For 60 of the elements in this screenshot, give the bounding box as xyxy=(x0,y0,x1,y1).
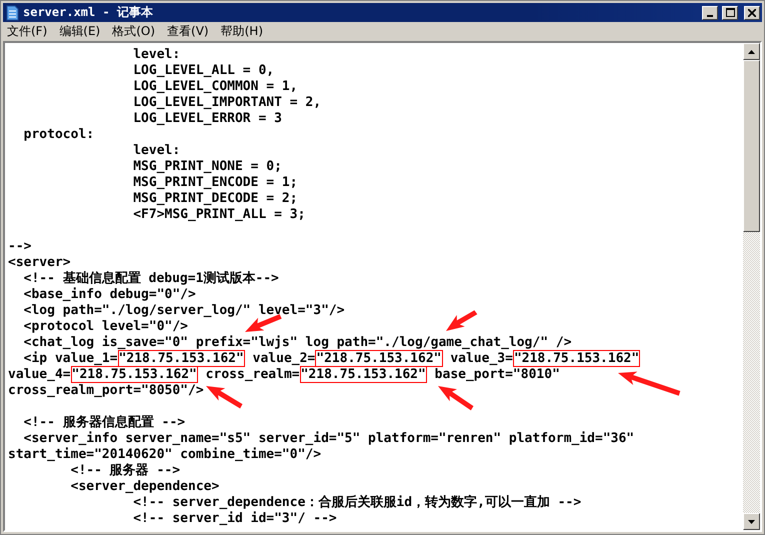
code-text: value_2= xyxy=(252,351,316,366)
highlighted-ip-value: "218.75.153.162" xyxy=(315,350,442,367)
code-line: <server_dependence> xyxy=(70,479,220,495)
code-line: <base_info debug="0"/> xyxy=(22,287,196,303)
code-text: value_3= xyxy=(449,351,513,366)
highlighted-ip-value: "218.75.153.162" xyxy=(512,350,640,367)
maximize-button[interactable] xyxy=(722,6,738,20)
highlighted-ip-value: "218.75.153.162" xyxy=(300,366,427,383)
up-arrow-icon xyxy=(748,50,755,54)
arrow-icon xyxy=(618,372,680,396)
code-line: <server> xyxy=(8,255,71,271)
code-line: MSG_PRINT_NONE = 0; xyxy=(132,159,282,175)
code-line: <!-- server_dependence：合服后关联服id，转为数字,可以一直加 --> xyxy=(132,495,582,511)
code-line: start_time="20140620" combine_time="0"/> xyxy=(8,447,322,463)
code-line: <protocol level="0"/> xyxy=(22,319,188,335)
arrow-icon xyxy=(446,310,478,331)
window-title: server.xml - 记事本 xyxy=(23,4,154,21)
code-line: <!-- server_id id="3"/ --> xyxy=(132,511,337,527)
highlighted-ip-value: "218.75.153.162" xyxy=(118,350,245,367)
arrow-icon xyxy=(206,386,242,408)
code-line: MSG_PRINT_DECODE = 2; xyxy=(132,191,298,207)
code-line: protocol: xyxy=(22,127,94,143)
highlighted-ip-value: "218.75.153.162" xyxy=(70,366,198,383)
code-line: LOG_LEVEL_ERROR = 3 xyxy=(132,111,282,127)
code-line: <!-- 服务器 --> xyxy=(70,463,180,479)
code-line: <chat_log is_save="0" prefix="lwjs" log path="./log/game_chat_log/" /> xyxy=(22,335,572,351)
scroll-thumb[interactable] xyxy=(743,60,760,232)
code-line: cross_realm_port="8050"/> xyxy=(8,383,204,399)
code-line: --> xyxy=(8,239,32,255)
code-line: <!-- 服务器信息配置 --> xyxy=(22,415,186,431)
menu-item[interactable]: 文件(F) xyxy=(3,23,52,40)
menu-item[interactable]: 帮助(H) xyxy=(216,23,267,40)
arrow-icon xyxy=(438,386,474,410)
menu-item[interactable]: 查看(V) xyxy=(163,23,213,40)
minimize-icon xyxy=(707,14,713,16)
vertical-scrollbar[interactable] xyxy=(743,43,760,530)
notepad-icon xyxy=(5,4,19,20)
code-line: level: xyxy=(132,47,180,63)
maximize-icon xyxy=(726,8,734,17)
code-text: value_4= xyxy=(8,367,71,382)
code-line: LOG_LEVEL_COMMON = 1, xyxy=(132,79,298,95)
code-text: <ip value_1= xyxy=(22,351,118,366)
code-line: LOG_LEVEL_ALL = 0, xyxy=(132,63,274,79)
code-text: base_port="8010" xyxy=(434,367,560,382)
code-line: level: xyxy=(132,143,180,159)
close-icon xyxy=(748,8,756,16)
close-button[interactable] xyxy=(744,6,760,20)
scroll-up-button[interactable] xyxy=(743,43,760,60)
code-line: LOG_LEVEL_IMPORTANT = 2, xyxy=(132,95,322,111)
code-text: cross_realm= xyxy=(204,367,300,382)
scroll-down-button[interactable] xyxy=(743,513,760,530)
menu-item[interactable]: 格式(O) xyxy=(108,23,160,40)
code-line: <F7>MSG_PRINT_ALL = 3; xyxy=(132,207,306,223)
down-arrow-icon xyxy=(748,520,755,524)
code-line: <log path="./log/server_log/" level="3"/> xyxy=(22,303,345,319)
code-line: <server_info server_name="s5" server_id="5" platform="renren" platform_id="36" xyxy=(22,431,634,447)
menu-item[interactable]: 编辑(E) xyxy=(55,23,104,40)
code-line: <!-- 基础信息配置 debug=1测试版本--> xyxy=(22,271,279,287)
minimize-button[interactable] xyxy=(702,6,718,20)
code-line: MSG_PRINT_ENCODE = 1; xyxy=(132,175,298,191)
